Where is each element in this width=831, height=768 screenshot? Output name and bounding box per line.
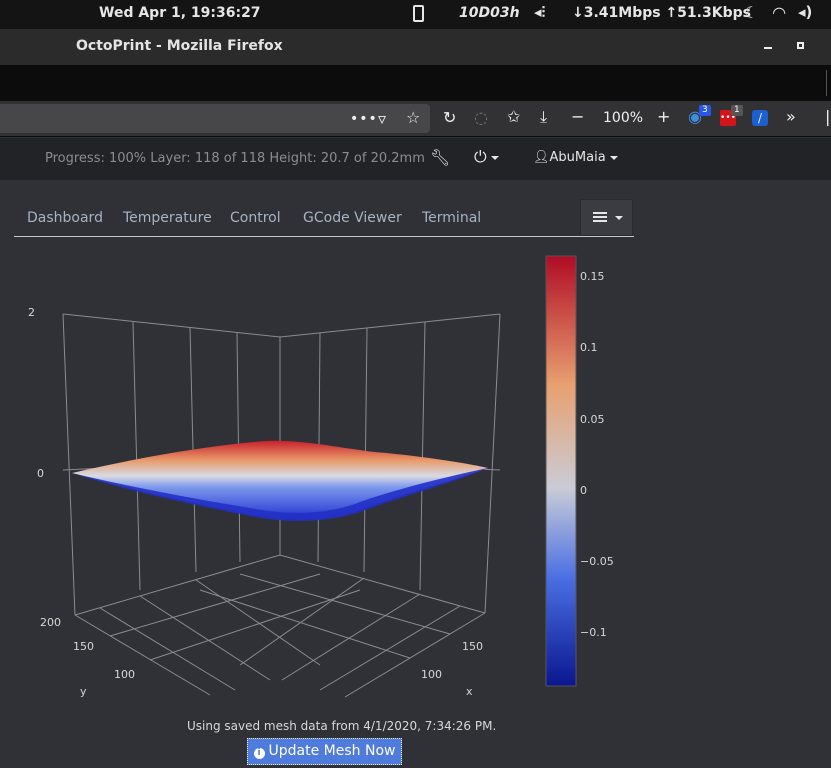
wifi-icon[interactable]: ◠ — [773, 3, 785, 22]
colorbar-tick: 0.1 — [580, 341, 598, 354]
system-power-icon[interactable]: ⏻ — [474, 147, 499, 167]
tab-gcode-viewer[interactable]: GCode Viewer — [303, 210, 402, 226]
tab-terminal[interactable]: Terminal — [422, 210, 481, 226]
user-menu[interactable]: 👤︎AbuMaia — [533, 150, 618, 165]
x-axis-tick: 100 — [421, 668, 442, 681]
tabs-overflow-button[interactable] — [580, 199, 633, 236]
x-axis-label: x — [466, 685, 473, 698]
update-mesh-label: Update Mesh Now — [268, 743, 396, 759]
browser-toolbar: ••• ▿ ☆ ↻ ◌ ✩ ⤓ − 100% + ◉ 3 ••• 1 / » | — [0, 101, 831, 137]
chevron-down-icon — [615, 216, 623, 220]
user-name: AbuMaia — [549, 150, 606, 165]
url-bar[interactable]: ••• ▿ ☆ — [0, 104, 430, 133]
x-axis-tick: 150 — [462, 640, 483, 653]
colorbar-tick: −0.05 — [580, 555, 614, 568]
z-axis-tick: 2 — [28, 306, 35, 319]
system-clock[interactable]: Wed Apr 1, 19:36:27 — [99, 5, 261, 21]
zoom-level[interactable]: 100% — [603, 110, 643, 126]
colorbar-tick: 0.05 — [580, 413, 605, 426]
extension-pen-icon[interactable]: / — [752, 110, 768, 126]
zoom-in-icon[interactable]: + — [657, 109, 670, 125]
host-indicator[interactable]: 10D03h — [459, 5, 520, 21]
y-axis-tick: 150 — [73, 640, 94, 653]
bed-mesh-plot[interactable]: 2 0 200 150 100 y 150 100 x 0.15 0.1 0.0… — [0, 245, 640, 715]
bookmark-star-icon[interactable]: ☆ — [406, 110, 420, 126]
extension-badge: 1 — [731, 105, 743, 116]
reload-icon[interactable]: ↻ — [443, 110, 456, 126]
print-status: Progress: 100% Layer: 118 of 118 Height:… — [45, 151, 425, 166]
mesh-surface — [72, 440, 488, 519]
browser-tab-strip — [0, 65, 831, 101]
colorbar-ticks: 0.15 0.1 0.05 0 −0.05 −0.1 — [580, 270, 614, 639]
mesh-surface-svg: 2 0 200 150 100 y 150 100 x 0.15 0.1 0.0… — [28, 255, 614, 698]
settings-wrench-icon[interactable]: 🔧︎ — [430, 148, 450, 167]
colorbar-tick: −0.1 — [580, 626, 607, 639]
window-title-bar: OctoPrint - Mozilla Firefox — [0, 29, 831, 65]
hamburger-menu-icon[interactable]: | — [825, 109, 830, 125]
minimize-button[interactable] — [764, 47, 772, 49]
update-mesh-button[interactable]: i Update Mesh Now — [247, 738, 402, 765]
page-actions-icon[interactable]: ••• — [350, 111, 378, 127]
phone-indicator-icon[interactable] — [413, 5, 424, 22]
info-icon: i — [253, 748, 265, 759]
chevron-down-icon — [609, 155, 618, 160]
network-speed[interactable]: ↓3.41Mbps ↑51.3Kbps — [572, 5, 751, 21]
system-top-bar: Wed Apr 1, 19:36:27 10D03h ◂⫶ ↓3.41Mbps … — [0, 0, 831, 29]
colorbar-tick: 0.15 — [580, 270, 605, 283]
user-icon: 👤︎ — [533, 150, 550, 165]
z-axis-tick: 0 — [37, 467, 44, 480]
loading-extension-icon[interactable]: ◌ — [474, 110, 488, 126]
tab-dashboard[interactable]: Dashboard — [27, 210, 103, 226]
chevron-down-icon — [490, 155, 499, 160]
bookmarks-library-icon[interactable]: ✩ — [507, 109, 520, 125]
tab-control[interactable]: Control — [230, 210, 281, 226]
colorbar — [545, 255, 577, 687]
vpn-icon[interactable]: ◂⫶ — [534, 3, 545, 21]
y-axis-tick: 100 — [114, 668, 135, 681]
tab-strip-divider — [826, 70, 827, 96]
extension-badge: 3 — [699, 105, 711, 116]
y-axis-tick: 200 — [40, 616, 61, 629]
mesh-info-text: Using saved mesh data from 4/1/2020, 7:3… — [187, 719, 497, 733]
octoprint-navbar: Progress: 100% Layer: 118 of 118 Height:… — [0, 138, 831, 180]
main-tabs: Dashboard Temperature Control GCode View… — [14, 199, 634, 237]
colorbar-tick: 0 — [580, 484, 587, 497]
window-title: OctoPrint - Mozilla Firefox — [76, 38, 283, 54]
pocket-icon[interactable]: ▿ — [378, 111, 386, 127]
tab-temperature[interactable]: Temperature — [123, 210, 212, 226]
night-light-icon[interactable]: ☾ — [744, 3, 758, 22]
zoom-out-icon[interactable]: − — [571, 109, 584, 125]
maximize-button[interactable] — [797, 42, 804, 49]
list-icon — [593, 212, 607, 224]
volume-icon[interactable]: ◂) — [798, 3, 812, 21]
overflow-menu-icon[interactable]: » — [786, 109, 796, 125]
y-axis-label: y — [80, 685, 87, 698]
downloads-icon[interactable]: ⤓ — [540, 109, 547, 125]
